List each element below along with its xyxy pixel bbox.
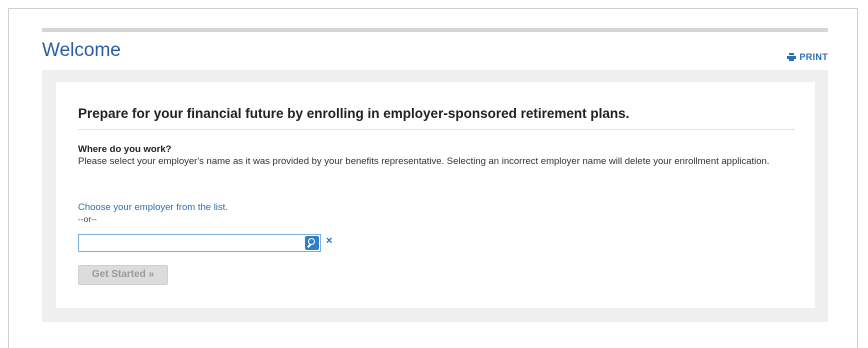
employer-search-input[interactable]	[79, 235, 301, 251]
or-separator: --or--	[78, 214, 97, 224]
header-rule	[42, 28, 828, 32]
print-link[interactable]: PRINT	[786, 52, 829, 62]
choose-employer-link[interactable]: Choose your employer from the list.	[78, 202, 228, 213]
enrollment-headline: Prepare for your financial future by enr…	[78, 106, 630, 121]
employer-instructions: Please select your employer's name as it…	[78, 156, 770, 167]
employer-question: Where do you work?	[78, 144, 172, 155]
enrollment-panel: Prepare for your financial future by enr…	[56, 82, 815, 308]
divider	[78, 129, 795, 130]
employer-search-field	[78, 234, 321, 252]
clear-icon[interactable]: ×	[326, 235, 332, 247]
print-icon	[786, 53, 796, 61]
get-started-button[interactable]: Get Started »	[78, 265, 168, 285]
search-button[interactable]	[305, 236, 319, 250]
print-label: PRINT	[799, 52, 828, 62]
page-title: Welcome	[42, 40, 121, 61]
